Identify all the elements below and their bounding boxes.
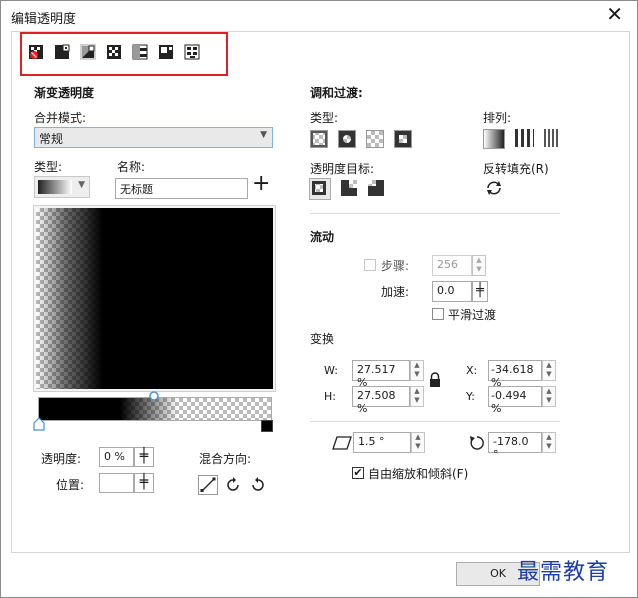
bitmap-pattern-icon[interactable] <box>158 44 174 60</box>
rotate-icon <box>470 436 484 450</box>
fountain-transparency-icon[interactable] <box>106 44 122 60</box>
transform-title: 变换 <box>310 332 335 346</box>
type-label: 类型: <box>34 160 63 174</box>
skew-spinner[interactable]: ▲ ▼ <box>411 432 425 453</box>
end-node-icon[interactable] <box>261 420 273 432</box>
blend-transition-title: 调和过渡: <box>310 86 363 100</box>
acceleration-label: 加速: <box>381 285 410 299</box>
lock-ratio-icon[interactable] <box>428 372 442 388</box>
separator <box>310 213 560 214</box>
smooth-transition-checkbox[interactable] <box>432 308 444 320</box>
rotate-field[interactable]: -178.0 ° <box>488 432 542 461</box>
x-field[interactable]: -34.618 % <box>488 360 542 389</box>
width-label: W: <box>324 364 338 377</box>
y-field[interactable]: -0.494 % <box>488 386 542 415</box>
width-field[interactable]: 27.517 % <box>352 360 410 389</box>
steps-label: 步骤: <box>381 259 410 273</box>
target-outline-icon[interactable] <box>341 180 357 196</box>
position-label: 位置: <box>56 478 85 492</box>
target-fill-icon[interactable] <box>309 178 331 200</box>
height-spinner[interactable]: ▲ ▼ <box>410 386 424 407</box>
linear-blend-type-icon[interactable] <box>310 130 328 148</box>
two-color-pattern-icon[interactable] <box>132 44 148 60</box>
position-field[interactable] <box>99 473 134 493</box>
blend-type-label: 类型: <box>310 111 339 125</box>
uniform-transparency-icon[interactable] <box>54 44 70 60</box>
arrange-mirror-icon[interactable] <box>512 129 534 147</box>
merge-mode-value: 常规 <box>39 132 64 146</box>
skew-icon <box>332 436 352 450</box>
y-spinner[interactable]: ▲ ▼ <box>542 386 556 407</box>
steps-spinner[interactable]: ▲ ▼ <box>472 255 486 276</box>
steps-field[interactable]: 256 <box>432 255 472 276</box>
arrange-label: 排列: <box>483 111 512 125</box>
gradient-type-select[interactable]: ▼ <box>34 176 90 198</box>
transparency-target-label: 透明度目标: <box>310 162 375 176</box>
gradient-name-field[interactable]: 无标题 <box>115 178 248 199</box>
reverse-fill-label: 反转填充(R) <box>483 162 549 176</box>
dialog-title: 编辑透明度 <box>11 12 77 27</box>
chevron-down-icon: ▼ <box>260 130 267 140</box>
edit-transparency-dialog: 编辑透明度 ✕ 渐变透明度 合并模式: 常规 ▼ 类型: 名称: ▼ 无标题 +… <box>0 0 638 598</box>
watermark-text: 最需教育 <box>517 560 610 585</box>
midpoint-marker-icon[interactable] <box>148 391 160 401</box>
opacity-label: 透明度: <box>41 452 82 466</box>
position-slider-icon[interactable]: ╪ <box>134 473 154 493</box>
separator <box>310 421 560 422</box>
conical-blend-type-icon[interactable] <box>366 130 384 148</box>
y-label: Y: <box>466 390 475 403</box>
linear-blend-icon[interactable] <box>198 475 218 495</box>
height-field[interactable]: 27.508 % <box>352 386 410 415</box>
chevron-down-icon: ▼ <box>78 180 85 190</box>
square-blend-type-icon[interactable] <box>394 130 412 148</box>
steps-checkbox[interactable] <box>364 259 376 271</box>
add-gradient-icon[interactable]: + <box>252 173 270 195</box>
opacity-slider-icon[interactable]: ╪ <box>134 447 154 467</box>
width-spinner[interactable]: ▲ ▼ <box>410 360 424 381</box>
acceleration-field[interactable]: 0.0 <box>432 281 472 302</box>
flow-title: 流动 <box>310 230 335 244</box>
blend-direction-label: 混合方向: <box>199 452 252 466</box>
opacity-field[interactable]: 0 % <box>99 447 134 467</box>
arrange-default-icon[interactable] <box>483 129 505 149</box>
skew-field[interactable]: 1.5 ° <box>353 432 411 453</box>
arrange-repeat-icon[interactable] <box>542 129 558 147</box>
x-spinner[interactable]: ▲ ▼ <box>542 360 556 381</box>
texture-transparency-icon[interactable] <box>184 44 200 60</box>
linear-transparency-icon[interactable] <box>80 44 96 60</box>
clockwise-blend-icon[interactable] <box>224 476 242 494</box>
preview-gradient-overlay <box>36 208 273 389</box>
merge-mode-label: 合并模式: <box>34 111 87 125</box>
linear-gradient-swatch <box>38 180 72 194</box>
close-icon[interactable]: ✕ <box>606 3 623 25</box>
free-scale-label: 自由缩放和倾斜(F) <box>368 467 469 481</box>
rotate-spinner[interactable]: ▲ ▼ <box>542 432 556 453</box>
reverse-fill-icon[interactable] <box>485 179 503 197</box>
name-label: 名称: <box>117 160 146 174</box>
no-transparency-icon[interactable] <box>28 44 44 60</box>
elliptical-blend-type-icon[interactable] <box>338 130 356 148</box>
slider-gradient-overlay <box>39 398 271 420</box>
gradient-preview <box>33 205 276 392</box>
dialog-content: 渐变透明度 合并模式: 常规 ▼ 类型: 名称: ▼ 无标题 + 透明度: 0 … <box>11 31 630 553</box>
smooth-transition-label: 平滑过渡 <box>448 308 497 322</box>
start-node-icon[interactable] <box>33 417 45 431</box>
target-all-icon[interactable] <box>368 180 384 196</box>
acceleration-slider-icon[interactable]: ╪ <box>472 281 488 302</box>
x-label: X: <box>466 364 478 377</box>
height-label: H: <box>324 390 336 403</box>
free-scale-checkbox[interactable]: ✔ <box>352 467 364 479</box>
merge-mode-select[interactable]: 常规 ▼ <box>34 127 273 148</box>
gradient-transparency-title: 渐变透明度 <box>34 86 95 100</box>
counterclockwise-blend-icon[interactable] <box>249 476 267 494</box>
